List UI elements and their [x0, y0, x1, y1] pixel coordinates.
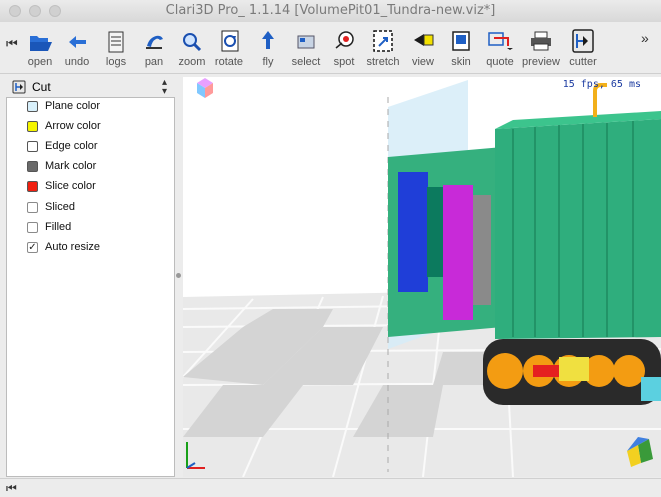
undo-arrow-icon	[69, 36, 86, 48]
filled-checkbox[interactable]	[27, 222, 38, 233]
select-button[interactable]: select	[286, 26, 326, 72]
hand-pan-icon	[146, 35, 163, 49]
preview-button[interactable]: preview	[521, 26, 561, 72]
yellow-hub	[559, 357, 589, 381]
edge-color-label: Edge color	[45, 140, 98, 152]
quote-button[interactable]: quote	[480, 26, 520, 72]
log-document-icon	[108, 31, 124, 53]
fly-arrow-icon	[262, 31, 274, 49]
filled-label: Filled	[45, 221, 72, 233]
spot-icon	[335, 31, 354, 49]
logs-button[interactable]: logs	[96, 26, 136, 72]
preview-label: preview	[522, 56, 560, 68]
view-icon	[414, 34, 434, 46]
view-label: view	[411, 56, 434, 68]
scene-render	[183, 78, 661, 477]
arrow-color-swatch[interactable]	[27, 121, 38, 132]
open-label: open	[27, 56, 53, 68]
toolbar-overflow-icon[interactable]: »	[641, 30, 649, 46]
rotate-icon	[221, 30, 239, 52]
fly-label: fly	[262, 56, 274, 68]
rotate-label: rotate	[214, 56, 244, 68]
3d-viewport[interactable]: 15 fps, 65 ms	[183, 77, 661, 477]
slice-color-swatch[interactable]	[27, 181, 38, 192]
cyan-component	[641, 377, 661, 401]
cutter-icon	[572, 29, 594, 53]
view-button[interactable]: view	[403, 26, 443, 72]
plane-color-swatch[interactable]	[27, 101, 38, 112]
mark-color-swatch[interactable]	[27, 161, 38, 172]
quote-icon	[488, 32, 513, 50]
orientation-cube	[197, 78, 213, 98]
splitter-handle[interactable]	[176, 273, 181, 278]
sliced-checkbox[interactable]	[27, 202, 38, 213]
zoom-label: zoom	[178, 56, 206, 68]
blue-component	[398, 172, 428, 292]
spot-button[interactable]: spot	[324, 26, 364, 72]
skin-label: skin	[451, 56, 471, 68]
printer-preview-icon	[531, 31, 551, 51]
logs-label: logs	[105, 56, 127, 68]
auto-resize-checkbox[interactable]: ✓	[27, 242, 38, 253]
skin-icon	[452, 31, 470, 51]
collapse-left-icon[interactable]: ⏮	[6, 481, 17, 496]
pan-button[interactable]: pan	[134, 26, 174, 72]
chevron-updown-icon: ▴ ▾	[162, 77, 168, 97]
status-bar: ⏮	[0, 478, 661, 497]
spot-label: spot	[333, 56, 355, 68]
red-piston	[533, 365, 563, 377]
auto-resize-label: Auto resize	[45, 241, 101, 253]
pan-label: pan	[144, 56, 164, 68]
cut-options-panel: Plane color Arrow color Edge color Mark …	[6, 97, 175, 477]
panel-mode-selector[interactable]: Cut ▴ ▾	[6, 77, 176, 97]
cutter-mode-icon	[12, 80, 26, 94]
magenta-slice	[443, 185, 473, 320]
fly-button[interactable]: fly	[248, 26, 288, 72]
quote-label: quote	[486, 56, 514, 68]
dark-green-component	[427, 187, 443, 277]
stretch-button[interactable]: stretch	[363, 26, 403, 72]
zoom-button[interactable]: zoom	[172, 26, 212, 72]
mark-color-label: Mark color	[45, 160, 97, 172]
undo-button[interactable]: undo	[57, 26, 97, 72]
skin-button[interactable]: skin	[441, 26, 481, 72]
toolbar: ⏮ open undo logs pan zoom rotate fly sel…	[0, 22, 661, 74]
slice-color-label: Slice color	[45, 180, 96, 192]
open-button[interactable]: open	[20, 26, 60, 72]
container-front	[495, 119, 661, 339]
stretch-icon	[373, 30, 393, 52]
app-window: Clari3D Pro_ 1.1.14 [VolumePit01_Tundra-…	[0, 0, 661, 497]
fps-readout: 15 fps, 65 ms	[562, 79, 641, 90]
select-label: select	[291, 56, 321, 68]
sliced-label: Sliced	[45, 201, 75, 213]
stretch-label: stretch	[366, 56, 400, 68]
cutter-label: cutter	[569, 56, 597, 68]
arrow-color-label: Arrow color	[45, 120, 101, 132]
cutter-button[interactable]: cutter	[563, 26, 603, 72]
toolbar-scroll-left-icon[interactable]: ⏮	[6, 36, 18, 52]
panel-mode-value: Cut	[32, 80, 51, 94]
title-bar: Clari3D Pro_ 1.1.14 [VolumePit01_Tundra-…	[0, 0, 661, 22]
window-title: Clari3D Pro_ 1.1.14 [VolumePit01_Tundra-…	[165, 3, 496, 18]
plane-color-label: Plane color	[45, 100, 101, 112]
undo-label: undo	[64, 56, 90, 68]
folder-open-icon	[30, 36, 52, 51]
rotate-button[interactable]: rotate	[209, 26, 249, 72]
gray-component	[473, 195, 491, 305]
magnifier-zoom-icon	[183, 33, 202, 52]
edge-color-swatch[interactable]	[27, 141, 38, 152]
select-icon	[297, 35, 315, 49]
